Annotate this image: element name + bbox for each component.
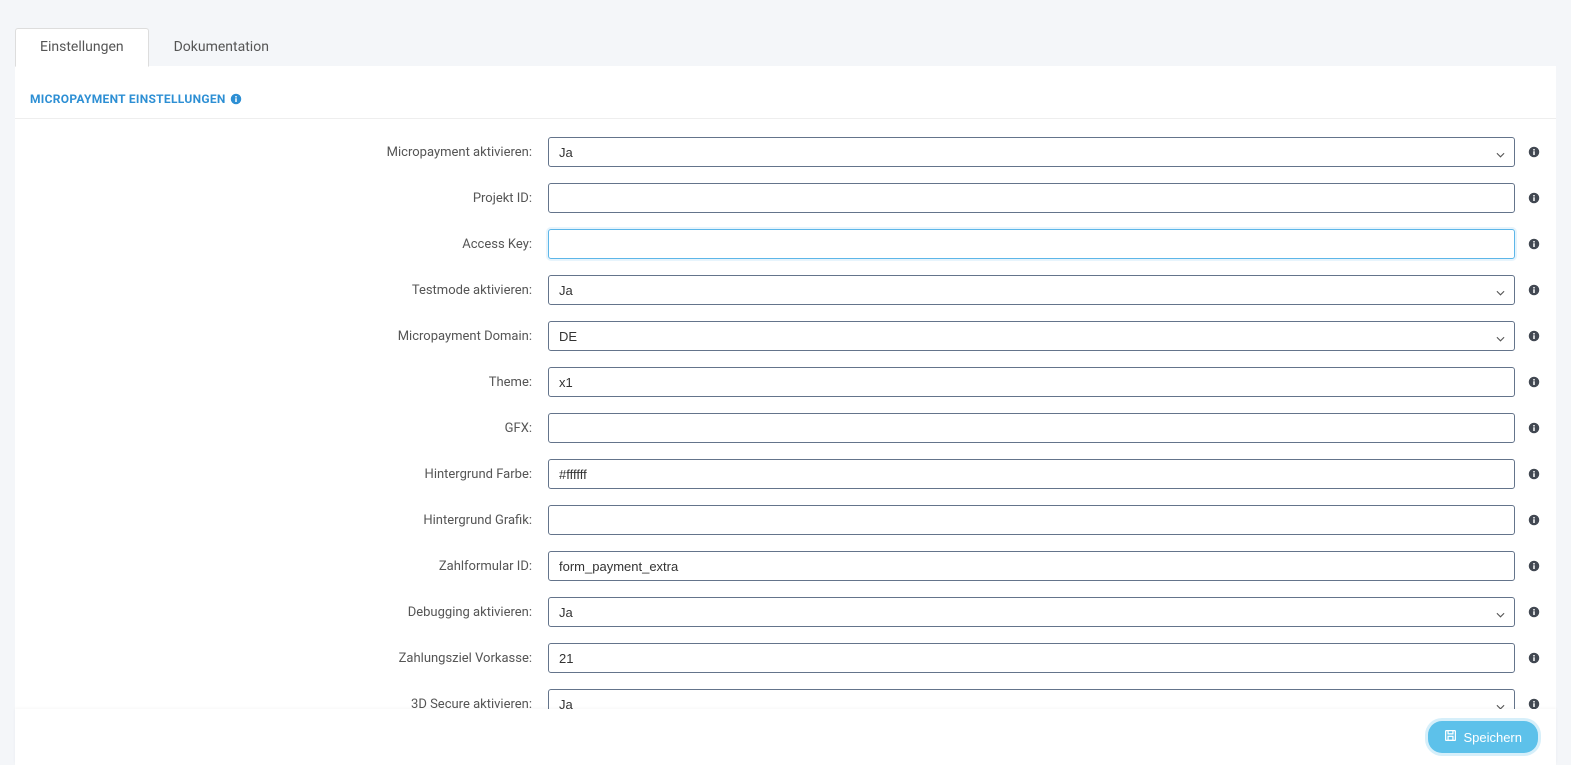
info-icon[interactable] [1527, 237, 1541, 251]
info-icon[interactable] [1527, 559, 1541, 573]
row-theme: Theme: [15, 367, 1556, 397]
label-payform-id: Zahlformular ID: [30, 559, 548, 574]
info-icon[interactable] [1527, 145, 1541, 159]
row-activate: Micropayment aktivieren: Ja [15, 137, 1556, 167]
save-button[interactable]: Speichern [1428, 721, 1538, 753]
input-theme[interactable] [548, 367, 1515, 397]
info-icon[interactable] [1527, 375, 1541, 389]
input-bggraphic[interactable] [548, 505, 1515, 535]
label-bggraphic: Hintergrund Grafik: [30, 513, 548, 528]
input-payform-id[interactable] [548, 551, 1515, 581]
select-domain[interactable]: DE [548, 321, 1515, 351]
row-bggraphic: Hintergrund Grafik: [15, 505, 1556, 535]
select-testmode[interactable]: Ja [548, 275, 1515, 305]
info-icon[interactable] [1527, 191, 1541, 205]
info-icon[interactable] [1527, 605, 1541, 619]
info-icon[interactable] [1527, 329, 1541, 343]
row-prepay-target: Zahlungsziel Vorkasse: [15, 643, 1556, 673]
info-icon[interactable] [1527, 467, 1541, 481]
settings-panel: MICROPAYMENT EINSTELLUNGEN Micropayment … [15, 66, 1556, 719]
row-project-id: Projekt ID: [15, 183, 1556, 213]
select-debugging[interactable]: Ja [548, 597, 1515, 627]
input-project-id[interactable] [548, 183, 1515, 213]
label-activate: Micropayment aktivieren: [30, 145, 548, 160]
save-icon [1444, 729, 1457, 745]
section-header: MICROPAYMENT EINSTELLUNGEN [15, 84, 1556, 119]
label-gfx: GFX: [30, 421, 548, 436]
label-testmode: Testmode aktivieren: [30, 283, 548, 298]
input-access-key[interactable] [548, 229, 1515, 259]
row-testmode: Testmode aktivieren: Ja [15, 275, 1556, 305]
tabs: Einstellungen Dokumentation [15, 28, 1556, 66]
label-theme: Theme: [30, 375, 548, 390]
label-bgcolor: Hintergrund Farbe: [30, 467, 548, 482]
select-activate[interactable]: Ja [548, 137, 1515, 167]
info-icon[interactable] [230, 93, 242, 105]
row-domain: Micropayment Domain: DE [15, 321, 1556, 351]
tab-docs-label: Dokumentation [174, 39, 269, 55]
info-icon[interactable] [1527, 651, 1541, 665]
row-access-key: Access Key: [15, 229, 1556, 259]
info-icon[interactable] [1527, 283, 1541, 297]
tab-docs[interactable]: Dokumentation [149, 28, 294, 66]
row-payform-id: Zahlformular ID: [15, 551, 1556, 581]
label-domain: Micropayment Domain: [30, 329, 548, 344]
section-title: MICROPAYMENT EINSTELLUNGEN [30, 92, 226, 106]
save-button-label: Speichern [1463, 730, 1522, 745]
label-project-id: Projekt ID: [30, 191, 548, 206]
input-bgcolor[interactable] [548, 459, 1515, 489]
row-debugging: Debugging aktivieren: Ja [15, 597, 1556, 627]
input-gfx[interactable] [548, 413, 1515, 443]
label-debugging: Debugging aktivieren: [30, 605, 548, 620]
label-access-key: Access Key: [30, 237, 548, 252]
footer-bar: Speichern [15, 709, 1556, 765]
row-bgcolor: Hintergrund Farbe: [15, 459, 1556, 489]
tab-settings[interactable]: Einstellungen [15, 28, 149, 67]
tab-settings-label: Einstellungen [40, 39, 124, 55]
input-prepay-target[interactable] [548, 643, 1515, 673]
info-icon[interactable] [1527, 421, 1541, 435]
row-gfx: GFX: [15, 413, 1556, 443]
label-prepay-target: Zahlungsziel Vorkasse: [30, 651, 548, 666]
info-icon[interactable] [1527, 513, 1541, 527]
